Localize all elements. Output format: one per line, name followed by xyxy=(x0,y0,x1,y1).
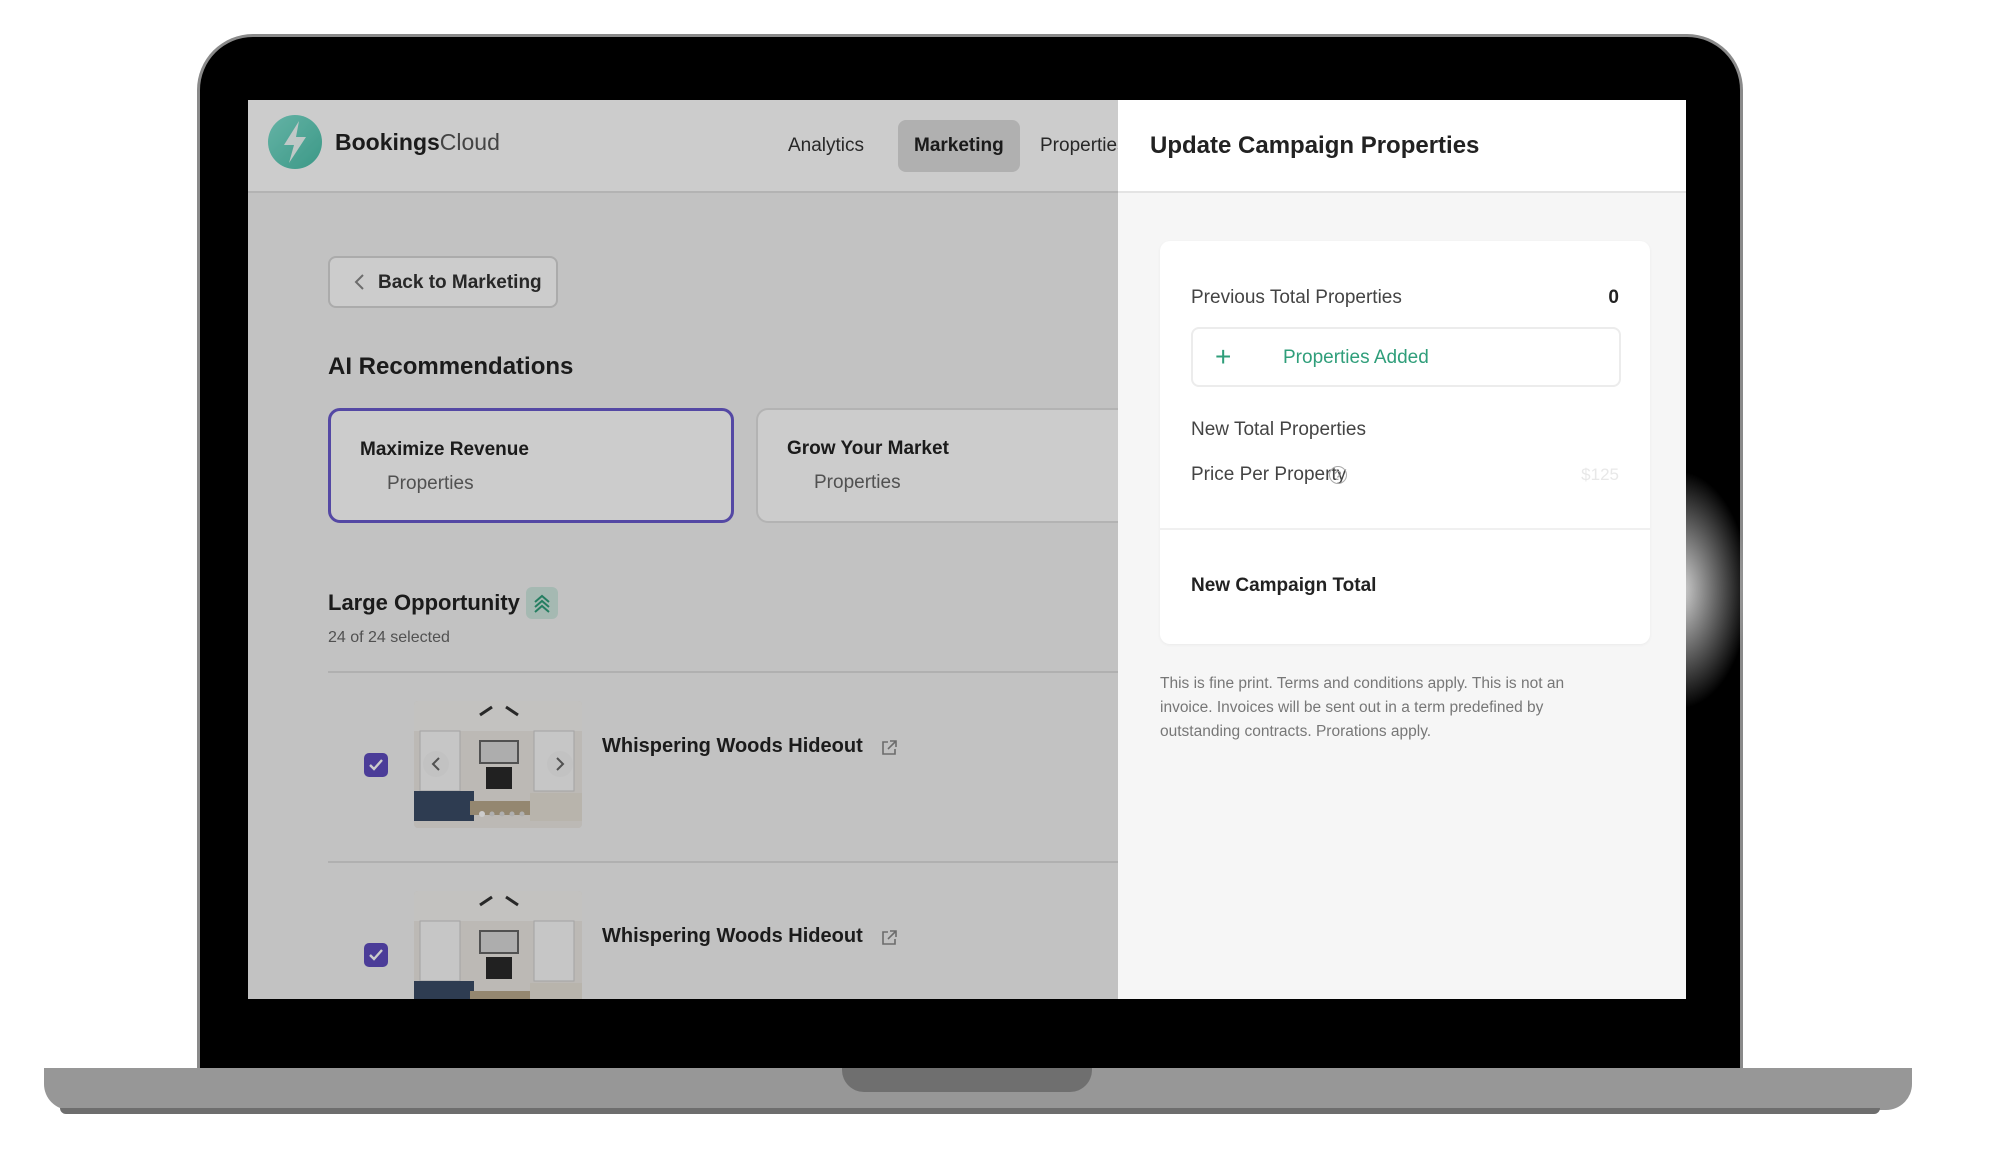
app-background: BookingsCloud Analytics Marketing Proper… xyxy=(248,100,1686,999)
laptop-base-shadow xyxy=(60,1108,1880,1114)
laptop-notch xyxy=(842,1068,1092,1092)
update-campaign-panel: Update Campaign Properties Previous Tota… xyxy=(1118,100,1686,999)
panel-title: Update Campaign Properties xyxy=(1150,132,1480,159)
properties-added-label: Properties Added xyxy=(1283,347,1429,368)
price-per-property-value: $125 xyxy=(1581,465,1619,484)
plus-icon: + xyxy=(1215,341,1232,372)
fine-print: This is fine print. Terms and conditions… xyxy=(1160,675,1565,740)
summary-card: Previous Total Properties 0 + Properties… xyxy=(1160,241,1650,644)
modal-backdrop[interactable] xyxy=(248,100,1118,999)
properties-added-row[interactable]: + Properties Added xyxy=(1191,327,1621,387)
panel-header: Update Campaign Properties xyxy=(1118,100,1686,193)
screen: BookingsCloud Analytics Marketing Proper… xyxy=(248,100,1686,999)
card-divider xyxy=(1160,528,1650,530)
price-per-property-label: Price Per Property xyxy=(1191,464,1347,485)
question-circle-icon[interactable]: ? xyxy=(1329,466,1347,484)
previous-total-value: 0 xyxy=(1608,287,1619,308)
new-total-label: New Total Properties xyxy=(1191,419,1366,440)
new-campaign-total-label: New Campaign Total xyxy=(1191,575,1377,596)
previous-total-label: Previous Total Properties xyxy=(1191,287,1402,308)
